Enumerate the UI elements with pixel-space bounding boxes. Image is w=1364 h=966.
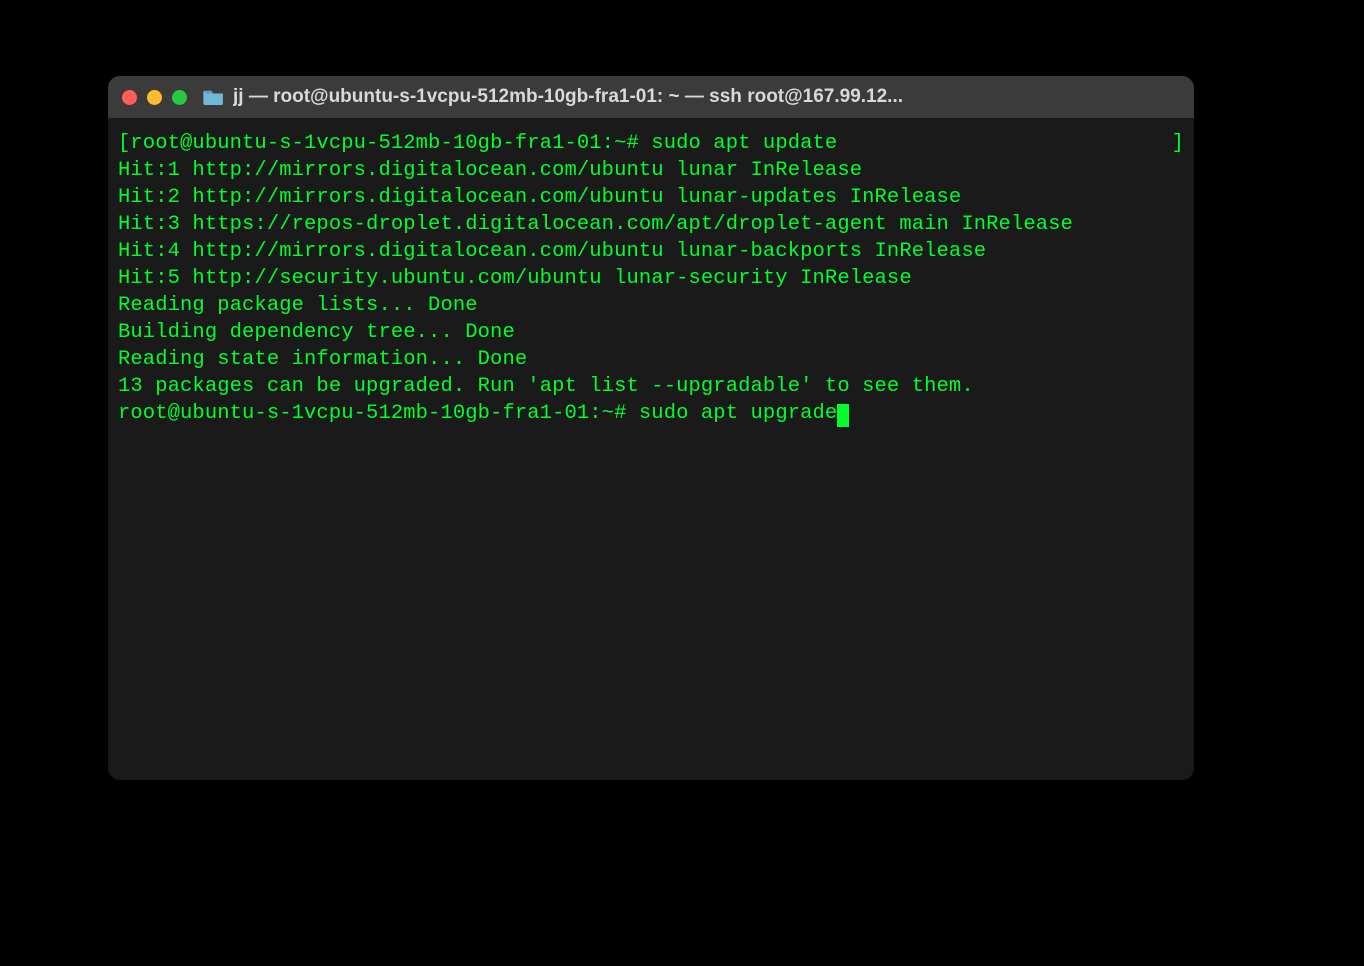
folder-icon [203, 89, 225, 105]
output-line: Hit:4 http://mirrors.digitalocean.com/ub… [118, 240, 986, 263]
output-line: Reading package lists... Done [118, 294, 478, 317]
minimize-button[interactable] [147, 90, 162, 105]
output-line: 13 packages can be upgraded. Run 'apt li… [118, 375, 974, 398]
traffic-lights [122, 90, 187, 105]
output-line: Hit:3 https://repos-droplet.digitalocean… [118, 213, 1073, 236]
terminal-output[interactable]: [root@ubuntu-s-1vcpu-512mb-10gb-fra1-01:… [108, 118, 1194, 780]
output-line: Hit:5 http://security.ubuntu.com/ubuntu … [118, 267, 912, 290]
window-title: jj — root@ubuntu-s-1vcpu-512mb-10gb-fra1… [233, 86, 1180, 108]
command-1: sudo apt update [651, 132, 837, 155]
output-line: Building dependency tree... Done [118, 321, 515, 344]
prompt-bracket-open: [ [118, 132, 130, 155]
output-line: Reading state information... Done [118, 348, 527, 371]
terminal-window: jj — root@ubuntu-s-1vcpu-512mb-10gb-fra1… [108, 76, 1194, 780]
prompt-bracket-close: ] [1172, 130, 1184, 157]
window-titlebar[interactable]: jj — root@ubuntu-s-1vcpu-512mb-10gb-fra1… [108, 76, 1194, 118]
output-line: Hit:2 http://mirrors.digitalocean.com/ub… [118, 186, 961, 209]
cursor-icon [837, 404, 849, 427]
prompt-2: root@ubuntu-s-1vcpu-512mb-10gb-fra1-01:~… [118, 402, 639, 425]
command-2: sudo apt upgrade [639, 402, 837, 425]
prompt-1: root@ubuntu-s-1vcpu-512mb-10gb-fra1-01:~… [130, 132, 651, 155]
output-line: Hit:1 http://mirrors.digitalocean.com/ub… [118, 159, 862, 182]
zoom-button[interactable] [172, 90, 187, 105]
close-button[interactable] [122, 90, 137, 105]
